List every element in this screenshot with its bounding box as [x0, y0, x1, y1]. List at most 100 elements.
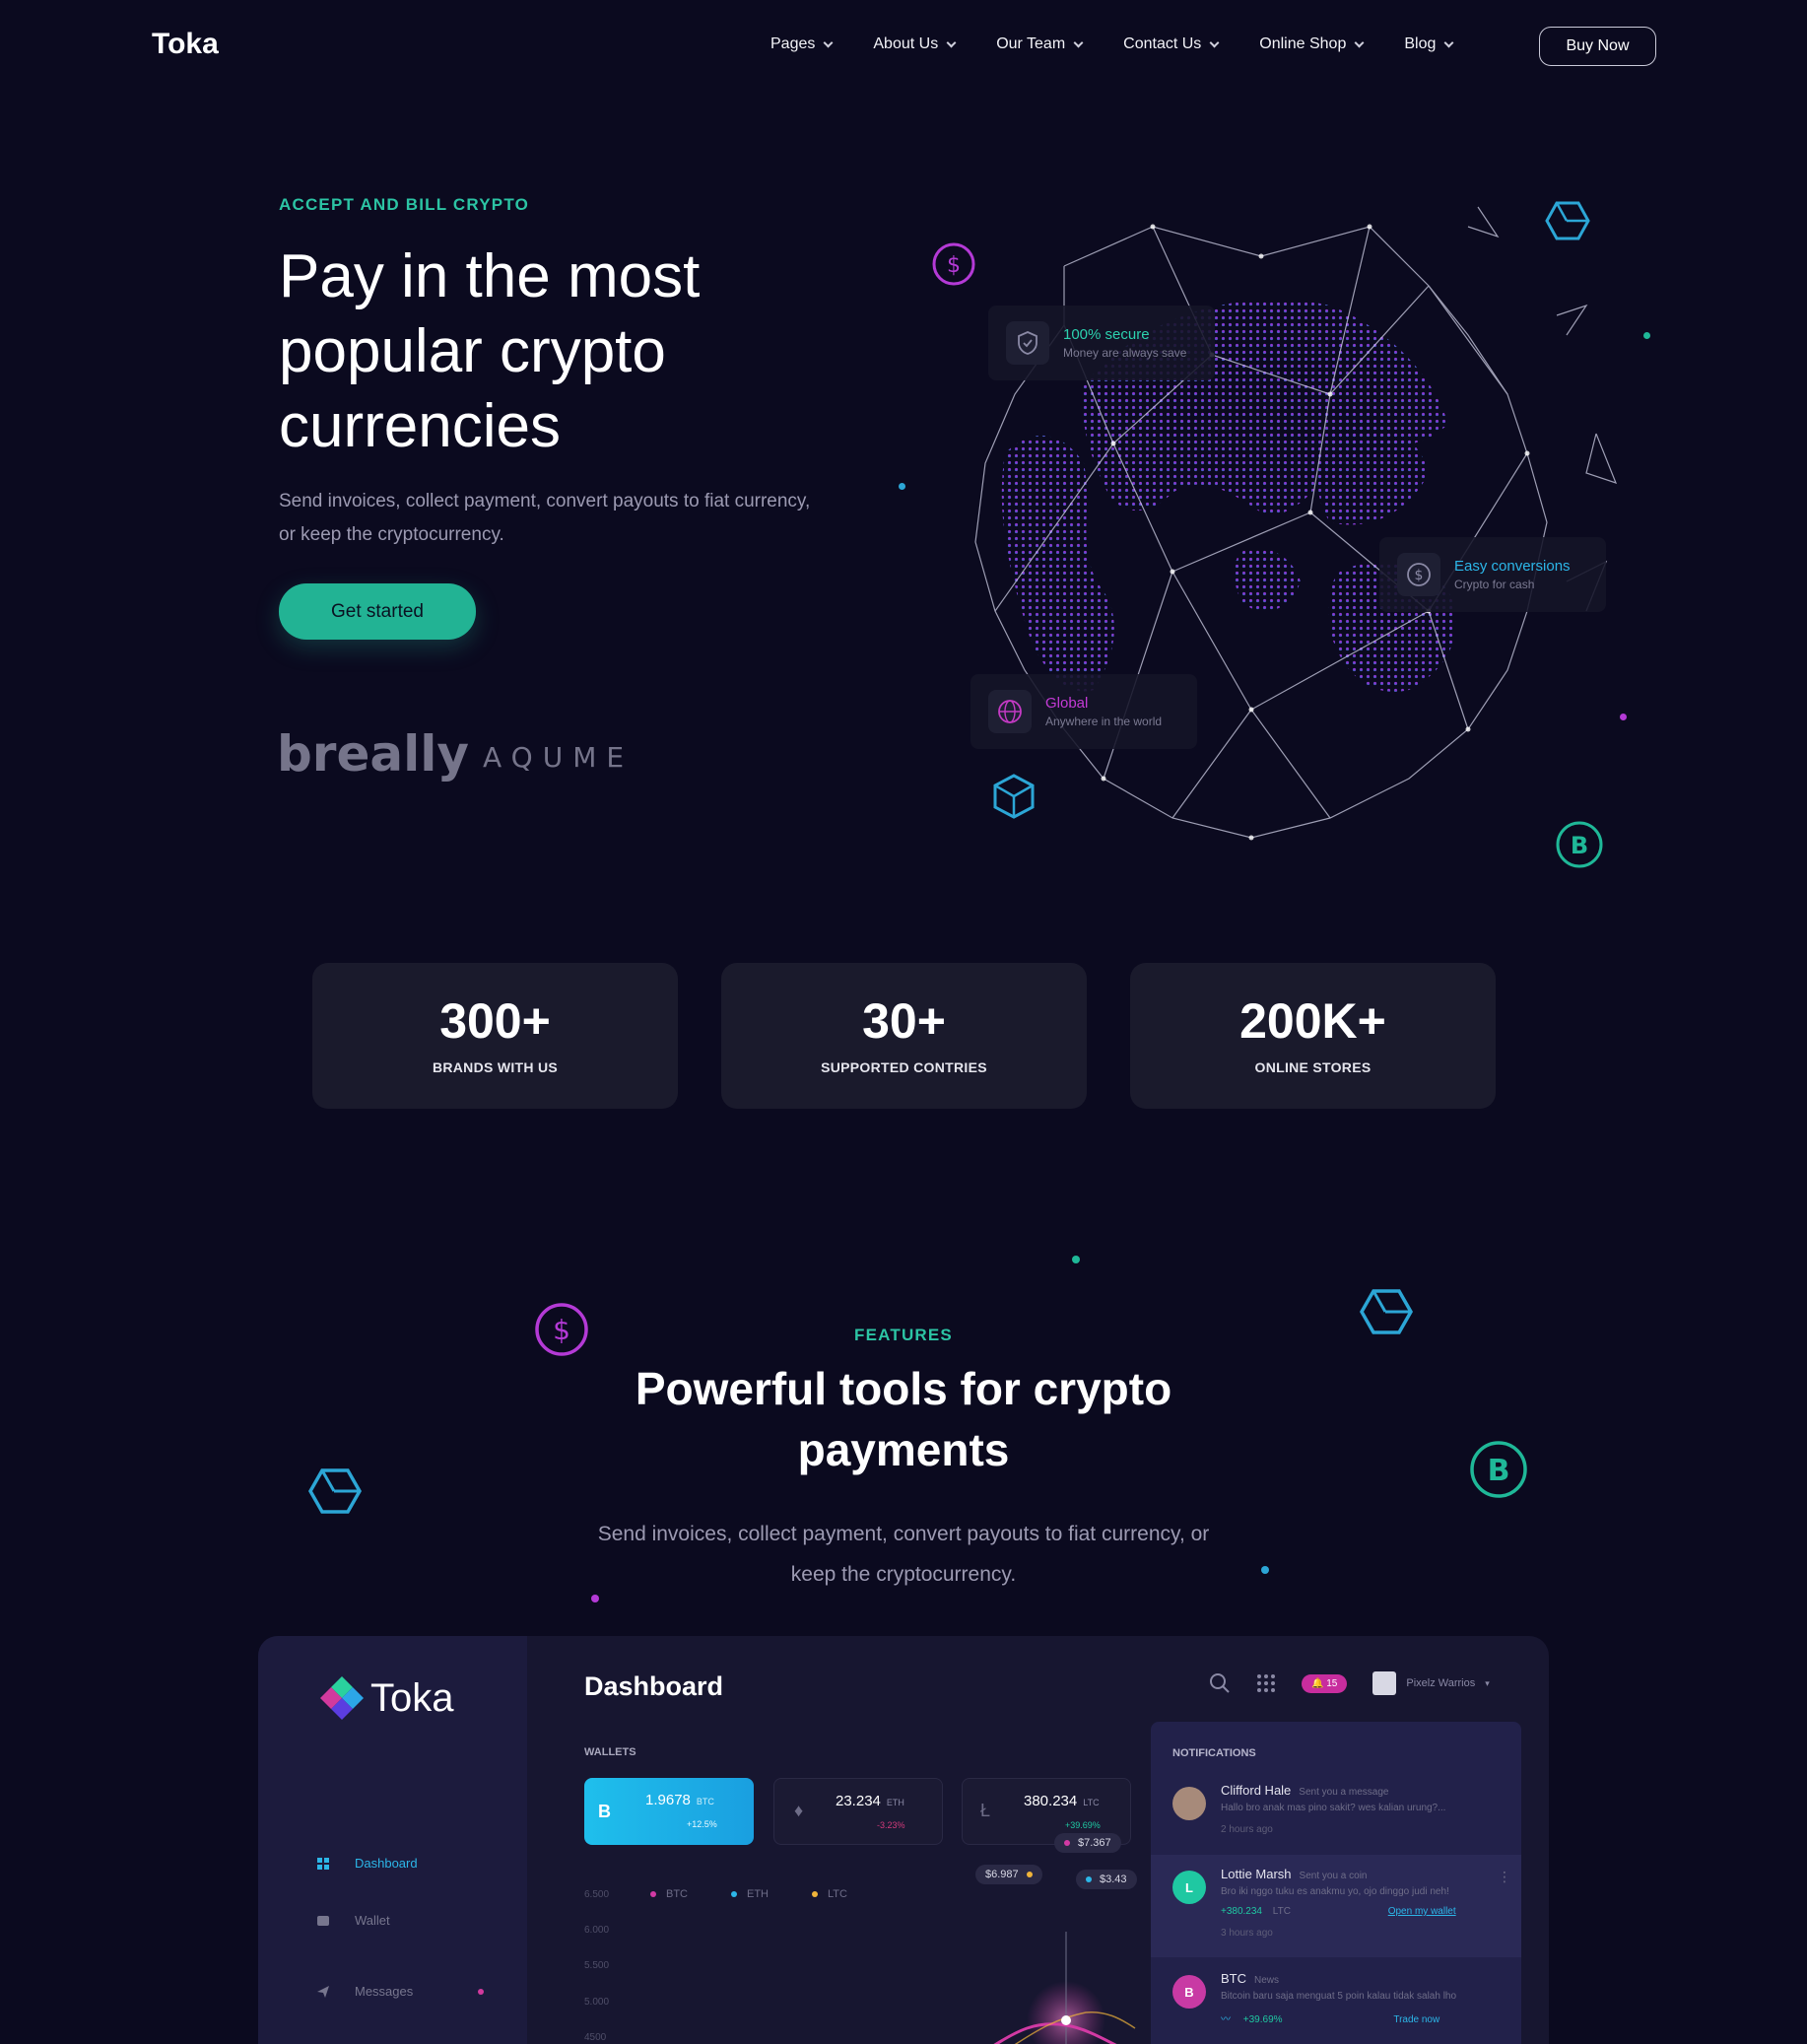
wallet-change: +39.69% — [1065, 1820, 1101, 1830]
global-card-title: Global — [1045, 695, 1089, 712]
search-icon[interactable] — [1209, 1672, 1231, 1694]
brand-logo-aqume: AQUME — [483, 741, 635, 774]
dollar-exchange-icon: $ — [1397, 553, 1440, 596]
stat-label: BRANDS WITH US — [432, 1059, 559, 1075]
notifications-panel: NOTIFICATIONS Clifford Hale Sent you a me… — [1151, 1722, 1521, 2044]
conversions-card: $ Easy conversions Crypto for cash — [1379, 537, 1606, 612]
price-tag-eth: $3.43 — [1076, 1870, 1137, 1889]
notification-action: News — [1254, 1975, 1280, 1986]
grid-icon — [317, 1857, 329, 1870]
nav-our-team[interactable]: Our Team — [996, 35, 1084, 53]
nav-about-us[interactable]: About Us — [873, 35, 957, 53]
user-menu[interactable]: Pixelz Warrios ▾ — [1372, 1671, 1490, 1695]
dollar-coin-icon: $ — [932, 242, 975, 286]
trade-now-link[interactable]: Trade now — [1393, 2014, 1439, 2025]
wallet-value: 1.9678 BTC — [645, 1792, 714, 1808]
price-value: $7.367 — [1078, 1837, 1111, 1849]
chevron-down-icon — [823, 37, 834, 47]
notification-badge[interactable]: 🔔 15 — [1302, 1673, 1348, 1693]
main-nav: Pages About Us Our Team Contact Us Onlin… — [770, 35, 1494, 53]
toka-logo-icon — [320, 1676, 364, 1720]
wallet-card-eth[interactable]: ♦ 23.234 ETH -3.23% — [773, 1778, 943, 1845]
hexagon-cube-icon — [308, 1468, 362, 1514]
sidebar-item-messages[interactable]: Messages — [317, 1984, 485, 1999]
notification-amount: +380.234 — [1221, 1906, 1262, 1917]
wallet-amount: 23.234 — [836, 1793, 881, 1809]
hexagon-cube-icon — [1545, 201, 1590, 240]
more-options-icon[interactable]: ⋮ — [1498, 1869, 1511, 1885]
y-axis-label: 4500 — [584, 2032, 607, 2043]
y-axis-label: 5.500 — [584, 1960, 610, 1971]
legend-eth: ETH — [731, 1888, 769, 1900]
dashboard-title: Dashboard — [584, 1671, 724, 1701]
cube-icon — [993, 774, 1035, 819]
nav-label: About Us — [873, 35, 939, 52]
logo[interactable]: Toka — [152, 28, 219, 61]
stat-value: 30+ — [862, 993, 946, 1049]
bitcoin-icon: B — [598, 1802, 611, 1821]
y-axis-label: 6.500 — [584, 1889, 610, 1900]
secure-card-text: 100% secure Money are always save — [1063, 326, 1186, 360]
dashboard-logo-text: Toka — [370, 1675, 454, 1720]
conversions-card-text: Easy conversions Crypto for cash — [1454, 558, 1571, 591]
sparkline-icon: 〰 — [1221, 2014, 1231, 2025]
notification-title: Clifford Hale Sent you a message — [1221, 1783, 1388, 1798]
y-axis-label: 6.000 — [584, 1925, 610, 1936]
bitcoin-icon: B — [1470, 1441, 1527, 1498]
globe-illustration — [974, 206, 1618, 841]
wallet-card-btc[interactable]: B 1.9678 BTC +12.5% — [584, 1778, 754, 1845]
ethereum-icon: ♦ — [794, 1801, 804, 1820]
nav-label: Blog — [1404, 35, 1437, 52]
legend-label: LTC — [828, 1888, 847, 1900]
notification-item[interactable]: Clifford Hale Sent you a message Hallo br… — [1172, 1783, 1507, 1852]
price-tag-ltc: $6.987 — [975, 1865, 1042, 1884]
nav-blog[interactable]: Blog — [1404, 35, 1454, 53]
wallet-amount: 380.234 — [1024, 1793, 1078, 1809]
stat-brands: 300+ BRANDS WITH US — [312, 963, 678, 1109]
dashboard-preview: Toka Dashboard Wallet Messages Dashboard… — [258, 1636, 1549, 2044]
notification-item[interactable]: B BTC News Bitcoin baru saja menguat 5 po… — [1172, 1971, 1507, 2040]
dot-decoration — [1261, 1566, 1269, 1574]
nav-pages[interactable]: Pages — [770, 35, 834, 53]
notification-title: BTC News — [1221, 1971, 1279, 1986]
dot-decoration — [899, 483, 905, 490]
send-icon — [317, 1985, 329, 1998]
sidebar-item-label: Messages — [355, 1984, 414, 1999]
notification-message: Bitcoin baru saja menguat 5 poin kalau t… — [1221, 1991, 1457, 2002]
chevron-down-icon: ▾ — [1485, 1677, 1490, 1688]
features-eyebrow: FEATURES — [854, 1326, 953, 1344]
buy-now-button[interactable]: Buy Now — [1539, 27, 1656, 66]
legend-label: BTC — [666, 1888, 688, 1900]
notification-time: 3 hours ago — [1221, 1928, 1273, 1939]
global-card-subtitle: Anywhere in the world — [1045, 715, 1163, 728]
apps-grid-icon[interactable] — [1256, 1673, 1276, 1693]
sidebar-item-dashboard[interactable]: Dashboard — [317, 1856, 418, 1871]
global-card: Global Anywhere in the world — [970, 674, 1197, 749]
open-wallet-link[interactable]: Open my wallet — [1388, 1906, 1456, 1917]
notification-sender: Lottie Marsh — [1221, 1867, 1292, 1881]
price-tag-btc: $7.367 — [1054, 1833, 1121, 1853]
notification-currency: LTC — [1272, 1906, 1291, 1917]
hero-subtitle: Send invoices, collect payment, convert … — [279, 491, 811, 545]
notification-item[interactable]: L Lottie Marsh Sent you a coin Bro iki ng… — [1172, 1867, 1511, 1955]
wallet-change: +12.5% — [687, 1819, 717, 1829]
litecoin-icon: Ł — [980, 1801, 991, 1820]
sidebar-item-wallet[interactable]: Wallet — [317, 1913, 390, 1928]
nav-contact-us[interactable]: Contact Us — [1123, 35, 1220, 53]
price-value: $3.43 — [1100, 1874, 1127, 1885]
nav-label: Online Shop — [1259, 35, 1347, 52]
price-chart — [993, 1932, 1136, 2044]
svg-text:B: B — [1571, 832, 1588, 859]
dot-decoration — [1620, 714, 1627, 720]
shield-icon — [1006, 321, 1049, 365]
notification-title: Lottie Marsh Sent you a coin — [1221, 1867, 1367, 1881]
brand-logo-breally: breally — [277, 725, 469, 783]
get-started-button[interactable]: Get started — [279, 583, 476, 640]
dot-decoration — [591, 1595, 599, 1602]
site-header: Toka Pages About Us Our Team Contact Us … — [0, 0, 1807, 95]
conversions-card-title: Easy conversions — [1454, 558, 1571, 575]
avatar — [1372, 1671, 1397, 1695]
nav-online-shop[interactable]: Online Shop — [1259, 35, 1365, 53]
stat-value: 300+ — [439, 993, 551, 1049]
avatar: L — [1172, 1871, 1206, 1904]
